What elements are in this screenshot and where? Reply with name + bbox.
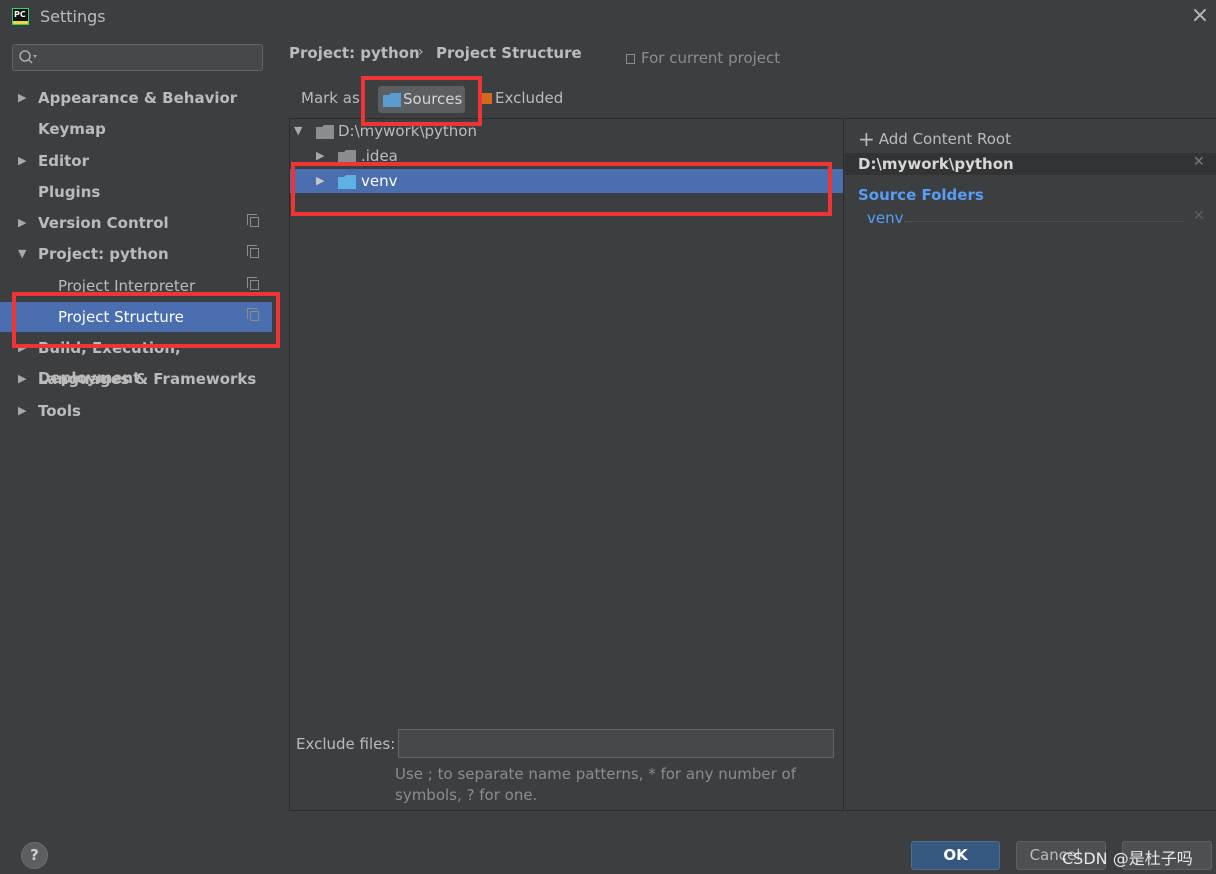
exclude-files-label: Exclude files: (296, 735, 396, 753)
exclude-hint-line1: Use ; to separate name patterns, * for a… (395, 765, 796, 783)
highlight-box-project-structure (12, 292, 280, 348)
project-scope-icon (247, 214, 259, 227)
expand-arrow-icon: ▶ (18, 154, 27, 167)
content-tree-panel (289, 118, 844, 811)
add-content-root-button[interactable]: + Add Content Root (858, 127, 1011, 151)
content-root-path: D:\mywork\python (858, 155, 1014, 173)
expand-arrow-icon: ▶ (18, 404, 27, 417)
breadcrumb-project: Project: python (289, 44, 420, 62)
sidebar-item-project[interactable]: ▼ Project: python (0, 239, 272, 269)
excluded-folder-icon (481, 93, 492, 104)
source-folders-title: Source Folders (858, 186, 984, 204)
sidebar-item-label: Plugins (38, 183, 101, 201)
sidebar-item-label: Languages & Frameworks (38, 370, 257, 388)
help-button[interactable]: ? (21, 842, 48, 869)
breadcrumb-separator: › (418, 44, 424, 60)
app-logo-icon: PC (12, 8, 29, 25)
sidebar-item-label: Tools (38, 402, 81, 420)
expand-arrow-icon: ▶ (18, 372, 27, 385)
scope-label: For current project (626, 49, 780, 67)
mark-as-label: Mark as: (301, 89, 365, 107)
sidebar-item-version-control[interactable]: ▶ Version Control (0, 208, 272, 238)
collapse-arrow-icon: ▼ (294, 124, 303, 137)
title-bar (0, 0, 1216, 34)
sidebar-item-label: Keymap (38, 120, 106, 138)
sidebar-item-keymap[interactable]: Keymap (0, 114, 272, 144)
sidebar-item-label: Version Control (38, 214, 169, 232)
sidebar-item-editor[interactable]: ▶ Editor (0, 146, 272, 176)
highlight-box-sources (361, 76, 482, 126)
folder-icon (316, 125, 334, 139)
exclude-hint-line2: symbols, ? for one. (395, 786, 538, 804)
sidebar-item-label: Appearance & Behavior (38, 89, 238, 107)
sidebar-item-tools[interactable]: ▶ Tools (0, 396, 272, 426)
dotted-leader (904, 221, 1184, 222)
expand-arrow-icon: ▶ (18, 91, 27, 104)
source-folder-item[interactable]: venv (867, 209, 904, 227)
mark-excluded-label: Excluded (495, 89, 564, 107)
highlight-box-venv (291, 162, 832, 216)
plus-icon: + (858, 127, 875, 151)
expand-arrow-icon: ▶ (18, 216, 27, 229)
project-scope-icon (247, 277, 259, 290)
remove-root-icon[interactable]: ✕ (1193, 154, 1205, 170)
mark-excluded-button[interactable]: Excluded (481, 89, 563, 107)
project-scope-icon (626, 54, 635, 64)
project-scope-icon (247, 245, 259, 258)
window-title: Settings (40, 7, 106, 26)
remove-source-icon[interactable]: ✕ (1193, 208, 1205, 224)
collapse-arrow-icon: ▼ (18, 247, 27, 260)
watermark-text: CSDN @是杜子吗 (1062, 849, 1193, 868)
close-icon[interactable]: × (1190, 4, 1210, 28)
sidebar-item-label: Project: python (38, 245, 169, 263)
sidebar-item-languages[interactable]: ▶ Languages & Frameworks (0, 364, 272, 394)
ok-button[interactable]: OK (911, 841, 1000, 870)
sidebar-item-plugins[interactable]: Plugins (0, 177, 272, 207)
exclude-files-input[interactable] (398, 729, 834, 758)
search-icon (19, 50, 37, 64)
sidebar-item-appearance[interactable]: ▶ Appearance & Behavior (0, 83, 272, 113)
sidebar-item-label: Editor (38, 152, 89, 170)
page-title: Project Structure (436, 44, 582, 62)
search-input[interactable] (12, 44, 263, 71)
